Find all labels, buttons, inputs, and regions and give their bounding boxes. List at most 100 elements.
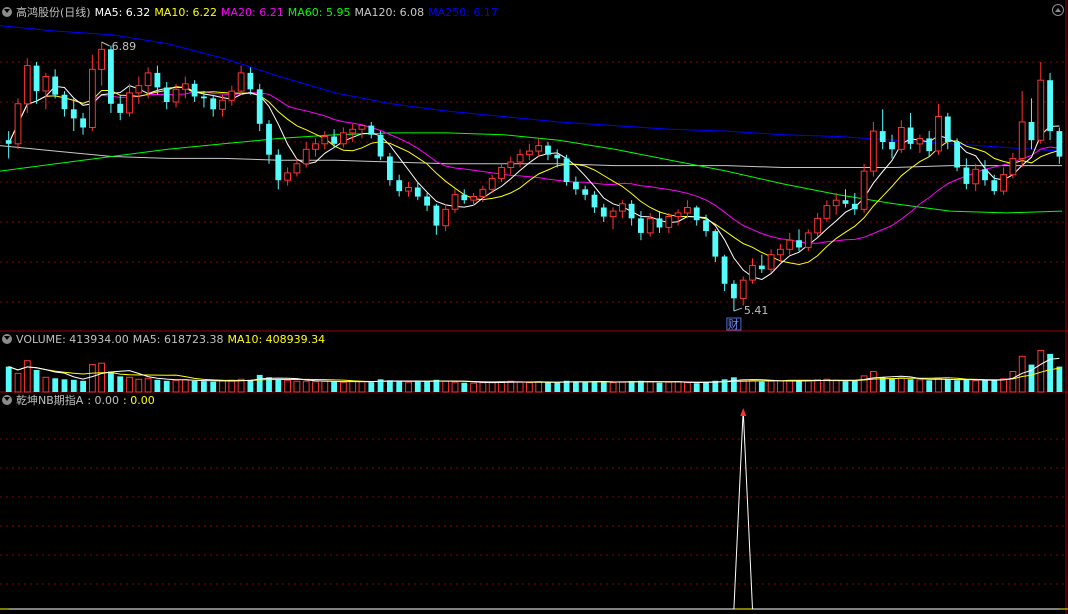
volume-bar-90	[842, 381, 849, 392]
signal-arrow-icon	[740, 408, 747, 416]
volume-bar-50	[470, 382, 478, 393]
candle-body-56	[526, 150, 533, 156]
volume-bar-85	[796, 381, 802, 392]
candle-body-94	[879, 131, 886, 142]
volume-bar-57	[535, 381, 543, 393]
candle-body-59	[554, 154, 561, 159]
candle-body-112	[1047, 80, 1053, 132]
candle-body-89	[832, 199, 840, 207]
indicator-legend-items: 乾坤NB期指A: 0.00: 0.00	[16, 394, 159, 407]
volume-bar-108	[1009, 371, 1017, 393]
candle-body-105	[982, 169, 988, 181]
candle-body-75	[703, 220, 709, 232]
candle-body-3	[33, 65, 40, 92]
volume-label-1: MA5: 618723.38	[132, 333, 224, 346]
candle-body-34	[321, 136, 329, 145]
volume-bar-80	[749, 380, 756, 393]
volume-bar-47	[442, 380, 450, 393]
volume-bar-54	[507, 380, 515, 393]
volume-bar-45	[424, 380, 430, 392]
volume-bar-65	[609, 382, 617, 393]
volume-bar-13	[126, 376, 133, 393]
volume-bar-67	[628, 381, 635, 392]
ma10-line	[8, 85, 1060, 266]
volume-bar-7	[70, 379, 77, 392]
indicator-chevron-icon[interactable]	[2, 395, 12, 405]
volume-bar-88	[823, 378, 831, 393]
candle-body-36	[340, 132, 347, 145]
candle-body-104	[972, 168, 980, 185]
ma-label-2: MA20: 6.21	[221, 6, 284, 19]
candle-body-13	[126, 92, 133, 114]
candle-body-45	[424, 196, 430, 206]
volume-bar-42	[396, 381, 403, 392]
candle-body-5	[52, 76, 59, 95]
volume-bar-22	[210, 381, 217, 392]
volume-bar-69	[646, 381, 654, 393]
volume-bar-27	[256, 374, 263, 392]
volume-bar-2	[23, 360, 31, 393]
volume-bar-87	[814, 379, 822, 393]
volume-bar-17	[163, 380, 170, 392]
volume-bar-37	[349, 380, 357, 393]
volume-bar-43	[405, 381, 412, 393]
indicator-legend: 乾坤NB期指A: 0.00: 0.00	[2, 393, 163, 409]
indicator-label-2: : 0.00	[123, 394, 155, 407]
volume-bar-84	[786, 379, 794, 393]
candle-body-41	[387, 156, 393, 181]
volume-chevron-icon[interactable]	[2, 334, 12, 344]
candle-body-106	[991, 180, 998, 192]
candle-body-103	[963, 167, 970, 184]
volume-bar-3	[33, 370, 40, 392]
candle-body-51	[479, 188, 487, 198]
ma-label-0: MA5: 6.32	[94, 6, 151, 19]
candle-body-86	[804, 232, 812, 248]
volume-bar-100	[935, 377, 942, 393]
candle-body-46	[433, 205, 440, 226]
volume-bar-15	[144, 377, 152, 393]
candle-body-35	[331, 136, 337, 144]
candle-body-54	[507, 161, 515, 168]
candle-body-62	[582, 189, 589, 195]
volume-bar-73	[684, 382, 691, 393]
candle-body-31	[293, 163, 301, 174]
candle-body-53	[498, 167, 505, 179]
candle-body-9	[89, 68, 96, 129]
volume-bar-66	[619, 381, 626, 393]
volume-bar-72	[674, 381, 682, 393]
candle-body-11	[108, 49, 114, 104]
volume-legend-items: VOLUME: 413934.00 MA5: 618723.38 MA10: 408…	[16, 333, 329, 346]
candle-body-18	[172, 88, 180, 103]
candle-body-113	[1056, 131, 1063, 157]
candle-body-82	[767, 254, 775, 270]
candle-body-95	[889, 142, 895, 150]
candle-body-42	[396, 180, 403, 192]
candle-body-70	[656, 218, 663, 228]
candle-body-52	[488, 177, 496, 190]
candle-body-92	[860, 170, 868, 210]
candle-body-23	[219, 99, 226, 110]
volume-bar-19	[181, 379, 189, 393]
volume-bar-26	[247, 379, 254, 392]
volume-bar-61	[573, 381, 579, 392]
volume-bar-93	[870, 371, 877, 393]
main-legend: 高鸿股份(日线) MA5: 6.32 MA10: 6.22 MA20: 6.21 MA6…	[2, 5, 506, 21]
candle-body-28	[266, 123, 272, 155]
volume-bar-30	[284, 379, 292, 393]
volume-bar-11	[108, 371, 114, 392]
main-chevron-icon[interactable]	[2, 7, 12, 17]
candle-body-21	[201, 96, 207, 99]
candle-body-47	[442, 208, 450, 227]
volume-bar-29	[275, 379, 282, 392]
low-price-label: 5.41	[744, 304, 769, 317]
collapse-icon[interactable]	[1052, 4, 1064, 16]
finance-marker: 财	[728, 317, 739, 331]
volume-bar-31	[293, 380, 301, 393]
volume-bar-62	[582, 382, 589, 392]
volume-bar-102	[954, 380, 960, 392]
candle-body-97	[907, 127, 914, 144]
candle-body-30	[284, 172, 292, 181]
volume-bar-68	[638, 380, 644, 392]
volume-bar-52	[488, 381, 496, 393]
candle-body-101	[944, 116, 951, 142]
